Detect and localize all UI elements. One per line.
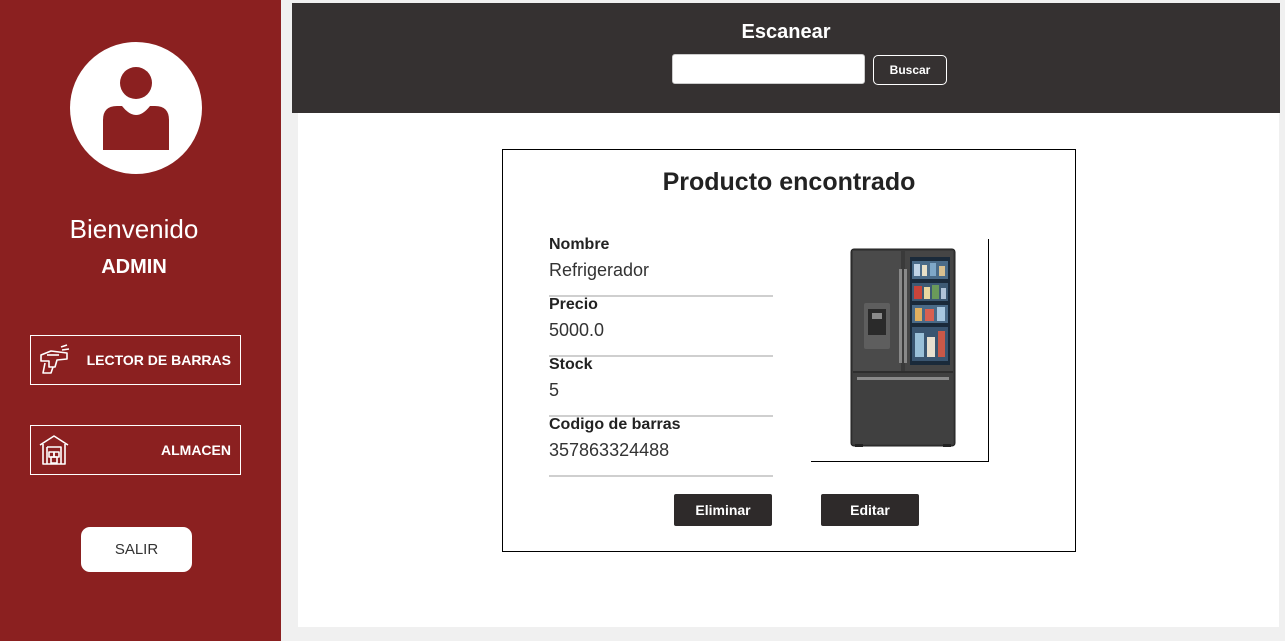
field-label: Nombre (549, 236, 610, 253)
search-button[interactable]: Buscar (873, 55, 947, 85)
scan-title: Escanear (741, 21, 831, 43)
sidebar: Bienvenido ADMIN LECTOR DE BARRAS ALMACE… (0, 0, 281, 641)
edit-button[interactable]: Editar (821, 494, 919, 526)
user-icon (103, 67, 169, 150)
avatar (70, 42, 202, 174)
field-value: 5000.0 (549, 320, 605, 340)
product-card-title: Producto encontrado (662, 168, 916, 196)
field-stock: Stock 5 (549, 356, 773, 417)
logout-button[interactable]: SALIR (81, 527, 192, 572)
field-value: 5 (549, 380, 560, 400)
field-label: Stock (549, 356, 593, 373)
delete-button[interactable]: Eliminar (674, 494, 772, 526)
nav-lector-label: LECTOR DE BARRAS (86, 352, 231, 368)
nav-almacen-button[interactable]: ALMACEN (30, 425, 241, 475)
scan-header: Escanear Buscar (292, 3, 1280, 113)
product-image (811, 239, 989, 462)
field-codigo-de-barras: Codigo de barras 357863324488 (549, 416, 773, 477)
username: ADMIN (101, 256, 167, 278)
field-value: Refrigerador (549, 260, 650, 280)
field-label: Codigo de barras (549, 416, 681, 433)
field-precio: Precio 5000.0 (549, 296, 773, 357)
field-value: 357863324488 (549, 440, 670, 460)
barcode-scanner-icon (37, 343, 71, 377)
field-label: Precio (549, 296, 598, 313)
field-nombre: Nombre Refrigerador (549, 236, 773, 297)
welcome-text: Bienvenido (69, 214, 199, 244)
barcode-search-input[interactable] (672, 54, 865, 84)
warehouse-icon (37, 433, 71, 467)
nav-almacen-label: ALMACEN (161, 442, 231, 458)
refrigerator-image (850, 248, 956, 447)
nav-lector-de-barras-button[interactable]: LECTOR DE BARRAS (30, 335, 241, 385)
product-card: Producto encontrado Nombre Refrigerador … (502, 149, 1076, 552)
